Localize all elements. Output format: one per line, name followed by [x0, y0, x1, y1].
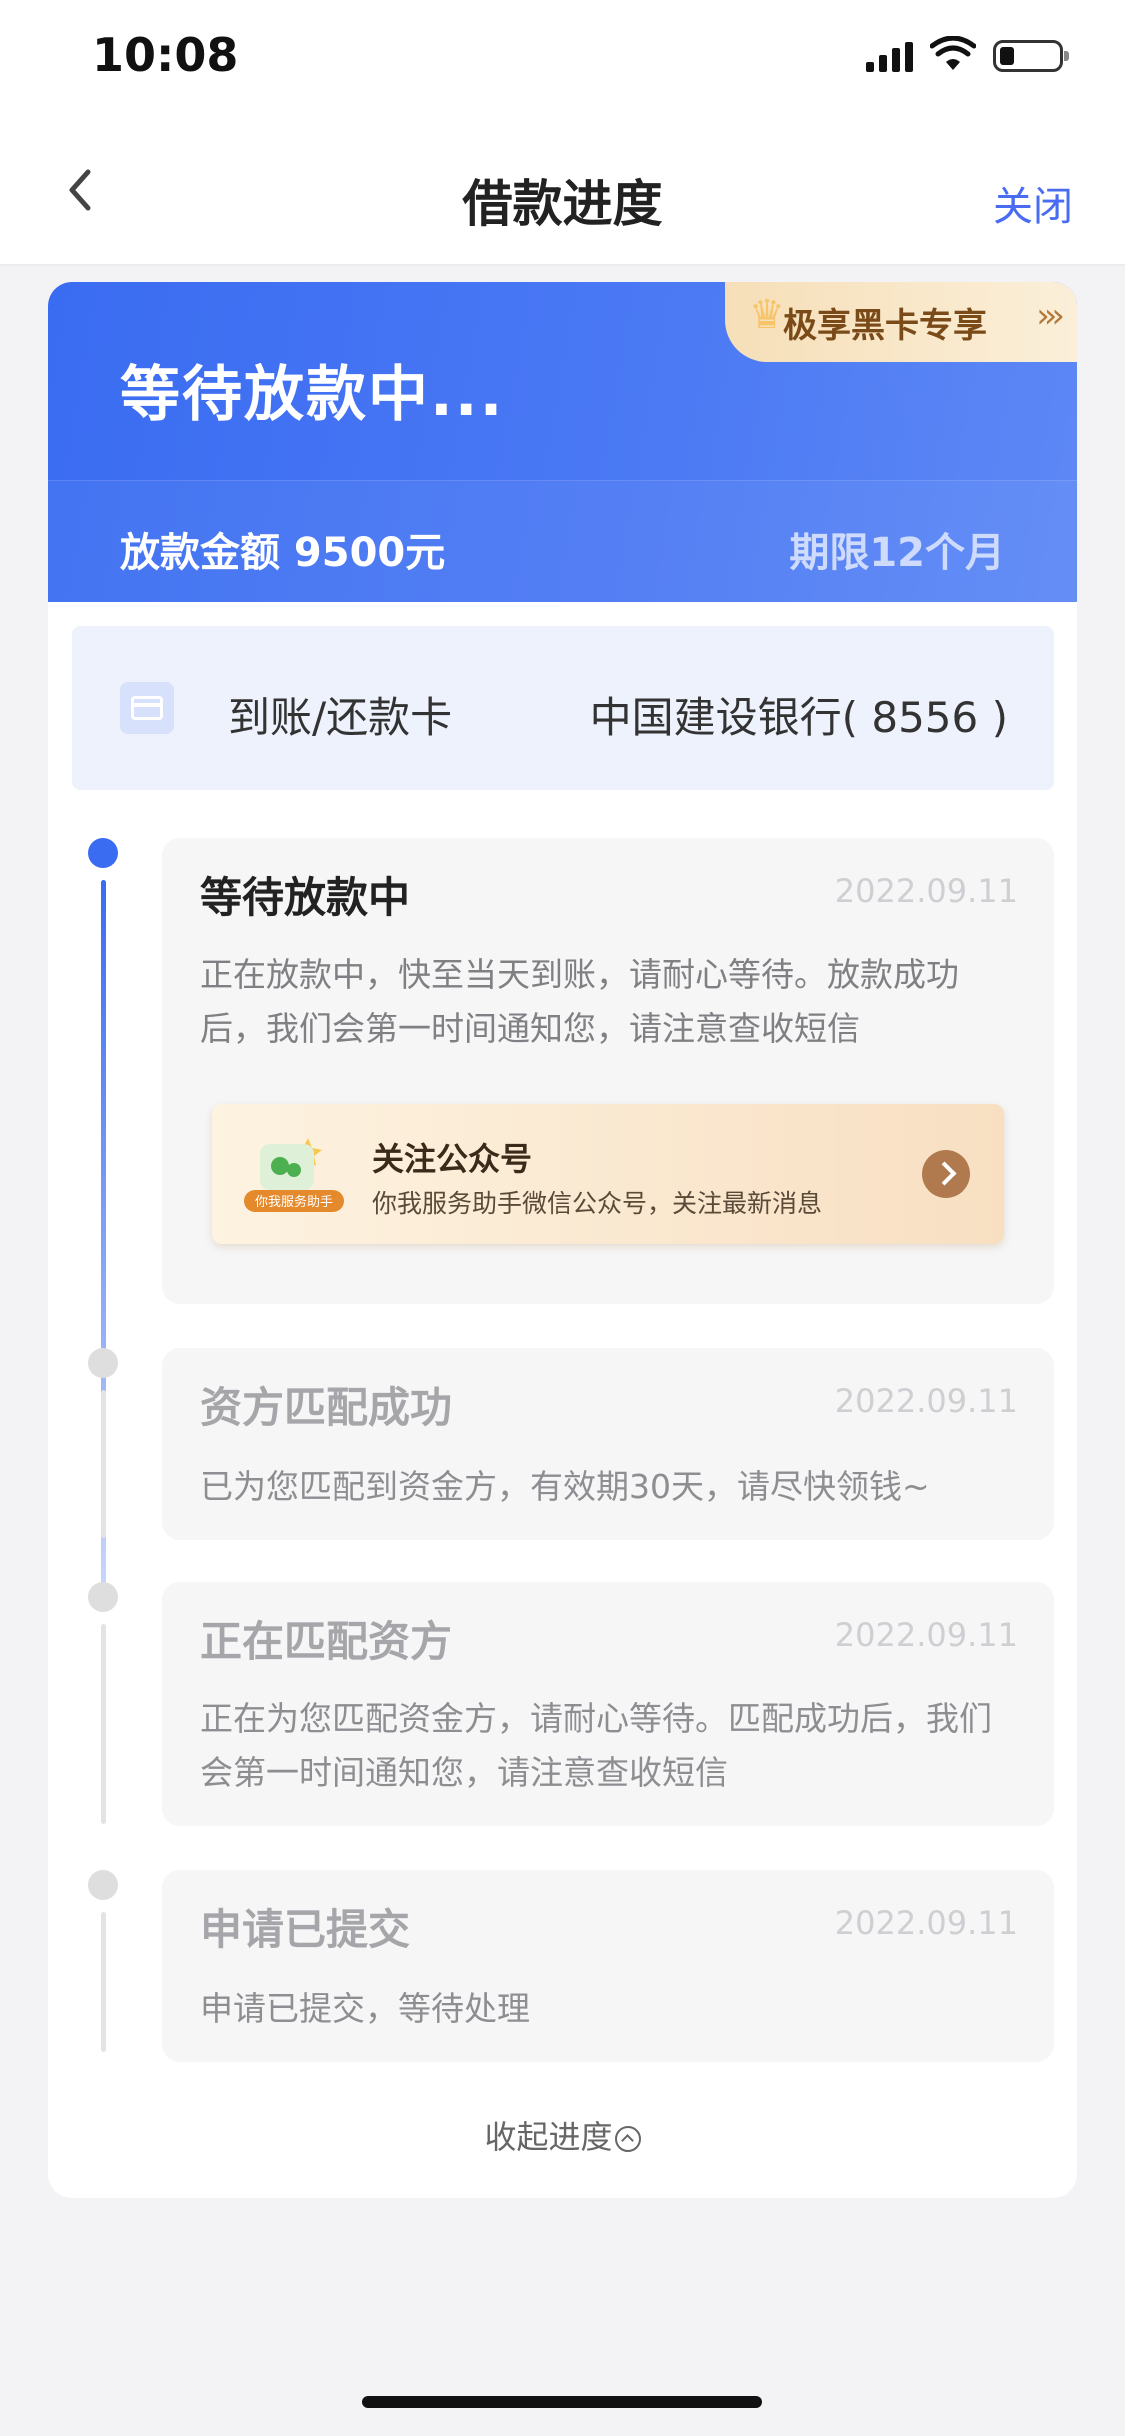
- step-date: 2022.09.11: [834, 1382, 1018, 1420]
- step-description: 已为您匹配到资金方，有效期30天，请尽快领钱~: [200, 1467, 930, 1506]
- chevron-right-icon[interactable]: [922, 1150, 970, 1198]
- promo-image-tag: 你我服务助手: [255, 1194, 333, 1210]
- timeline-step: 正在匹配资方 2022.09.11 正在为您匹配资金方，请耐心等待。匹配成功后，…: [162, 1582, 1054, 1826]
- timeline-step: 申请已提交 2022.09.11 申请已提交，等待处理: [162, 1870, 1054, 2062]
- step-title: 申请已提交: [200, 1905, 411, 1954]
- crown-icon: ♛: [749, 292, 785, 338]
- step-title: 资方匹配成功: [200, 1383, 453, 1432]
- promo-title: 关注公众号: [372, 1140, 533, 1178]
- loan-amount: 放款金额 9500元: [120, 530, 446, 576]
- timeline-line: [101, 1624, 106, 1824]
- close-button[interactable]: 关闭: [993, 174, 1073, 232]
- battery-icon: [993, 40, 1069, 72]
- timeline-line: [101, 1390, 106, 1538]
- card-label: 到账/还款卡: [228, 693, 453, 742]
- signal-icon: [866, 42, 914, 72]
- step-description: 申请已提交，等待处理: [200, 1989, 530, 2028]
- page-title: 借款进度: [462, 175, 663, 233]
- step-date: 2022.09.11: [834, 1616, 1018, 1654]
- collapse-progress-button[interactable]: 收起进度: [48, 2112, 1077, 2158]
- home-indicator: [362, 2396, 762, 2408]
- step-title: 正在匹配资方: [200, 1617, 453, 1666]
- nav-bar: 借款进度 关闭: [0, 118, 1125, 266]
- wechat-assistant-icon: 你我服务助手: [244, 1138, 344, 1212]
- loan-status-title: 等待放款中...: [120, 360, 505, 430]
- step-title: 等待放款中: [200, 873, 411, 922]
- timeline-step: 资方匹配成功 2022.09.11 已为您匹配到资金方，有效期30天，请尽快领钱…: [162, 1348, 1054, 1540]
- black-card-badge[interactable]: ♛ 极享黑卡专享 ›››: [725, 282, 1077, 362]
- repayment-card-row: 到账/还款卡 中国建设银行( 8556 ): [72, 626, 1054, 790]
- bank-card-icon: [120, 682, 174, 734]
- follow-official-account-banner[interactable]: 你我服务助手 关注公众号 你我服务助手微信公众号，关注最新消息: [212, 1104, 1004, 1244]
- timeline-dot: [88, 1582, 118, 1612]
- step-date: 2022.09.11: [834, 1904, 1018, 1942]
- triple-chevron-icon: ›››: [1036, 296, 1065, 336]
- loan-status-header: 等待放款中... 放款金额 9500元 期限12个月 ♛ 极享黑卡专享 ›››: [48, 282, 1077, 602]
- loan-term: 期限12个月: [789, 530, 1005, 576]
- badge-label: 极享黑卡专享: [783, 306, 987, 346]
- step-date: 2022.09.11: [834, 872, 1018, 910]
- promo-subtitle: 你我服务助手微信公众号，关注最新消息: [372, 1189, 823, 1218]
- step-description: 正在放款中，快至当天到账，请耐心等待。放款成功后，我们会第一时间通知您，请注意查…: [200, 955, 959, 1048]
- timeline-dot-active: [88, 838, 118, 868]
- status-time: 10:08: [92, 28, 239, 82]
- chevron-up-circle-icon: [614, 2126, 641, 2152]
- timeline-step: 等待放款中 2022.09.11 正在放款中，快至当天到账，请耐心等待。放款成功…: [162, 838, 1054, 1304]
- wifi-icon: [930, 36, 976, 70]
- bank-name: 中国建设银行( 8556 ): [589, 693, 1008, 742]
- timeline-dot: [88, 1348, 118, 1378]
- timeline-dot: [88, 1870, 118, 1900]
- step-description: 正在为您匹配资金方，请耐心等待。匹配成功后，我们会第一时间通知您，请注意查收短信: [200, 1699, 992, 1792]
- status-bar: 10:08: [0, 0, 1125, 118]
- collapse-label: 收起进度: [484, 2118, 613, 2156]
- loan-progress-card: 等待放款中... 放款金额 9500元 期限12个月 ♛ 极享黑卡专享 ››› …: [48, 282, 1077, 2198]
- timeline-line: [101, 1912, 106, 2052]
